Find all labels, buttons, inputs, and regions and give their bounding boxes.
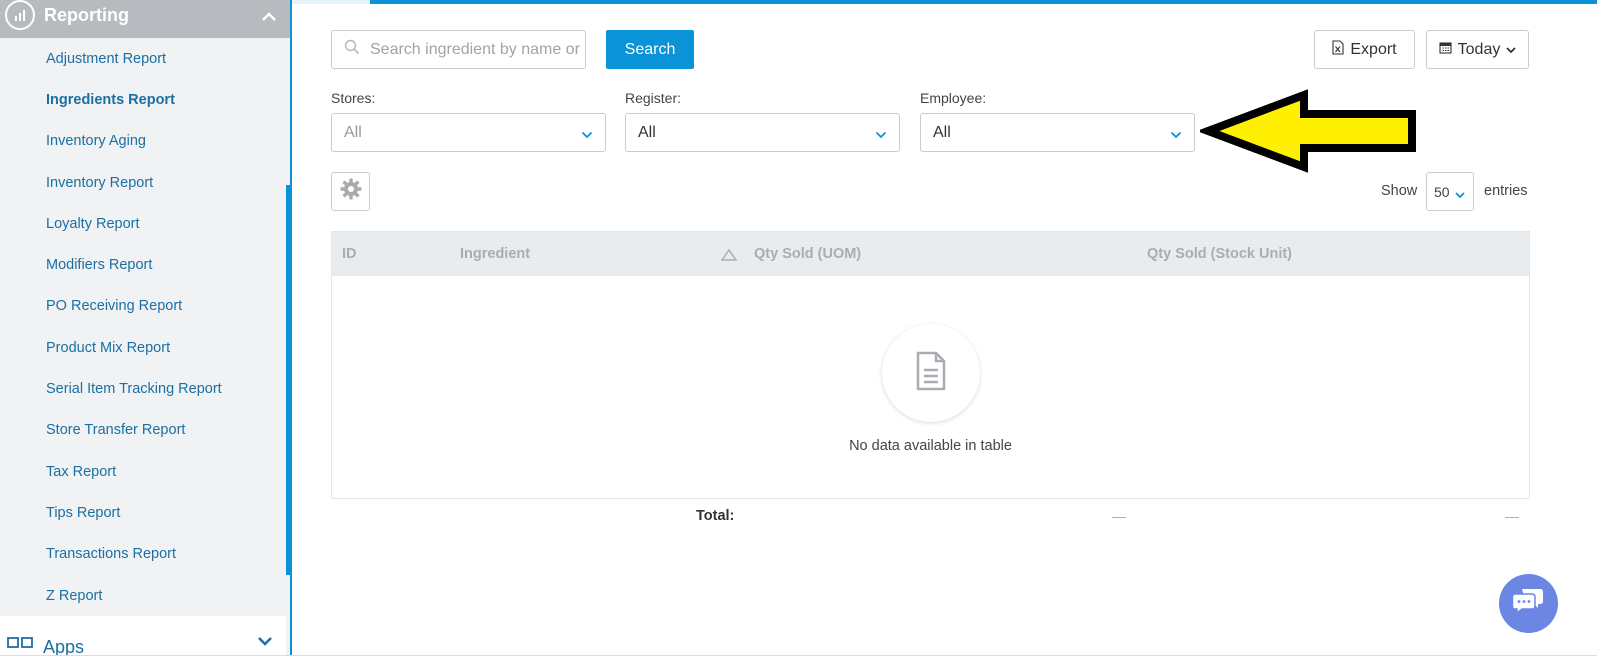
empty-state-circle [882,324,980,422]
entries-per-page-select[interactable]: 50 [1426,172,1474,211]
sidebar-item-tips-report[interactable]: Tips Report [0,492,286,533]
stores-select[interactable]: All [331,113,606,152]
chevron-up-icon[interactable] [262,6,276,27]
empty-state-message: No data available in table [849,438,1012,454]
entries-value: 50 [1434,183,1450,200]
document-icon [915,351,947,396]
bottom-edge [0,655,1597,663]
sidebar-section-reporting[interactable]: Reporting [0,0,290,38]
export-label: Export [1350,40,1397,58]
sidebar-item-store-transfer-report[interactable]: Store Transfer Report [0,410,286,451]
column-header-ingredient[interactable]: Ingredient [460,246,530,262]
chevron-down-icon [1170,127,1182,145]
total-qty-stock-unit: — [1505,508,1519,524]
table-header: ID Ingredient Qty Sold (UOM) Qty Sold (S… [332,232,1529,276]
calendar-icon [1439,41,1452,59]
employee-select[interactable]: All [920,113,1195,152]
sidebar-item-loyalty-report[interactable]: Loyalty Report [0,203,286,244]
sidebar-item-modifiers-report[interactable]: Modifiers Report [0,244,286,285]
column-header-qty-sold-stock-unit[interactable]: Qty Sold (Stock Unit) [1147,246,1292,262]
search-button[interactable]: Search [606,30,694,69]
column-header-qty-sold-uom[interactable]: Qty Sold (UOM) [754,246,861,262]
employee-value: All [933,123,951,141]
column-header-id[interactable]: ID [342,246,357,262]
total-qty-uom: — [1112,508,1126,524]
chevron-down-icon [1506,41,1516,59]
chevron-down-icon [581,127,593,145]
date-range-label: Today [1457,40,1501,58]
sidebar-item-inventory-aging[interactable]: Inventory Aging [0,121,286,162]
entries-label: entries [1484,183,1528,199]
ingredients-table: ID Ingredient Qty Sold (UOM) Qty Sold (S… [331,231,1530,499]
chevron-down-icon[interactable] [258,630,272,651]
sidebar-item-adjustment-report[interactable]: Adjustment Report [0,38,286,79]
sidebar-item-inventory-report[interactable]: Inventory Report [0,162,286,203]
sidebar-section-apps[interactable]: Apps [0,616,286,655]
sidebar-item-serial-item-tracking-report[interactable]: Serial Item Tracking Report [0,368,286,409]
employee-label: Employee: [920,90,987,106]
sidebar: Reporting Adjustment Report Ingredients … [0,0,290,655]
show-label: Show [1381,183,1418,199]
reporting-chart-icon [5,0,35,30]
date-range-button[interactable]: Today [1426,30,1529,69]
sidebar-apps-label: Apps [43,636,85,656]
export-button[interactable]: Export [1314,30,1415,69]
chevron-down-icon [1455,186,1465,202]
register-select[interactable]: All [625,113,900,152]
stores-label: Stores: [331,90,376,106]
search-input[interactable] [370,40,580,59]
register-label: Register: [625,90,682,106]
sidebar-nav-list: Adjustment Report Ingredients Report Inv… [0,38,286,616]
sidebar-item-ingredients-report[interactable]: Ingredients Report [0,79,286,120]
sidebar-divider [290,0,292,655]
gear-icon [340,178,362,205]
search-field[interactable] [331,30,586,69]
top-accent-highlight [292,0,370,4]
stores-value: All [344,123,362,141]
annotation-arrow [1200,89,1416,173]
chat-bubble-icon [1511,586,1546,621]
search-icon [344,39,360,60]
register-value: All [638,123,656,141]
chat-button[interactable] [1499,574,1558,633]
sidebar-item-tax-report[interactable]: Tax Report [0,451,286,492]
chevron-down-icon [875,127,887,145]
sidebar-item-transactions-report[interactable]: Transactions Report [0,534,286,575]
sidebar-section-title: Reporting [44,4,129,25]
sidebar-item-product-mix-report[interactable]: Product Mix Report [0,327,286,368]
sidebar-item-po-receiving-report[interactable]: PO Receiving Report [0,286,286,327]
sidebar-item-z-report[interactable]: Z Report [0,575,286,616]
sort-ascending-icon[interactable] [720,248,738,267]
apps-grid-icon [7,635,33,656]
total-label: Total: [696,508,735,524]
excel-file-icon [1332,39,1344,60]
top-accent-bar [290,0,1597,4]
column-settings-button[interactable] [331,172,370,211]
